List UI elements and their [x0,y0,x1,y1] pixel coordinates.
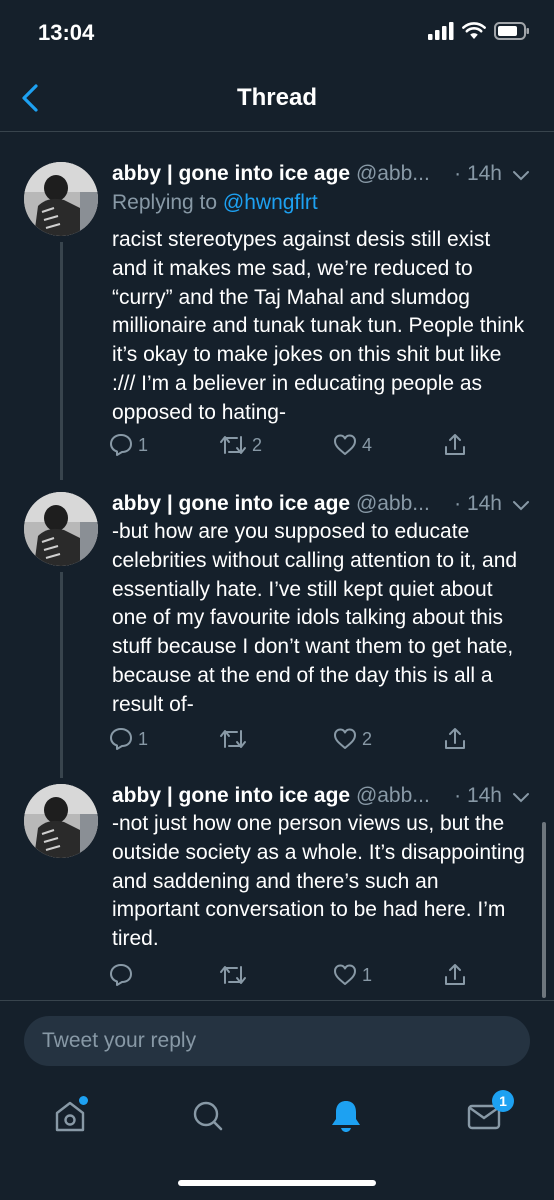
chevron-down-icon[interactable] [510,164,532,186]
retweet-button[interactable]: 2 [218,432,262,458]
tweet-timestamp: · 14h [454,784,502,807]
share-icon [445,434,465,455]
reply-icon [110,964,132,986]
bell-icon [332,1101,360,1132]
new-content-dot [79,1096,88,1105]
tweet-text: -not just how one person views us, but t… [112,812,525,951]
share-button[interactable] [442,726,468,752]
like-count: 4 [362,434,373,455]
tweet[interactable]: abby | gone into ice age @abb... · 14h R… [0,162,554,472]
like-count: 2 [362,728,373,749]
reply-icon [110,434,132,456]
tweet[interactable]: abby | gone into ice age @abb... · 14h -… [0,492,554,772]
retweet-icon [220,436,246,454]
share-button[interactable] [442,962,468,988]
tweet-text: racist stereotypes against desis still e… [112,228,525,424]
mention-link[interactable]: @hwngflrt [223,191,318,214]
avatar[interactable] [24,162,98,236]
tab-search[interactable] [188,1096,228,1136]
avatar-photo [24,784,98,858]
tweet-header: abby | gone into ice age @abb... · 14h [112,162,532,190]
tab-messages[interactable]: 1 [464,1090,514,1136]
retweet-count: 2 [252,434,263,455]
avatar[interactable] [24,492,98,566]
retweet-icon [220,730,246,748]
share-button[interactable] [442,432,468,458]
status-bar: 13:04 [0,0,554,64]
reply-button[interactable]: 1 [108,726,148,752]
heart-icon [334,728,356,749]
tweet-timestamp: · 14h [454,492,502,515]
home-indicator [178,1180,376,1186]
like-button[interactable]: 4 [332,432,372,458]
reply-count: 1 [138,434,149,455]
reply-count: 1 [138,728,149,749]
reply-icon [110,728,132,750]
status-icons [428,22,530,40]
user-handle[interactable]: @abb... [356,784,430,807]
replying-to-line: Replying to @hwngflrt [112,191,318,215]
navigation-bar: Thread [0,64,554,132]
avatar-photo [24,492,98,566]
battery-icon [494,22,529,40]
tweet-header: abby | gone into ice age @abb... · 14h [112,784,532,812]
replying-to-label: Replying to [112,191,223,214]
share-icon [445,728,465,749]
reply-button[interactable]: 1 [108,432,148,458]
tweet-actions: 1 2 4 [108,432,478,462]
page-title: Thread [236,84,317,111]
display-name[interactable]: abby | gone into ice age [112,162,350,185]
chevron-down-icon[interactable] [510,494,532,516]
retweet-button[interactable] [218,962,252,988]
heart-icon [334,434,356,455]
user-handle[interactable]: @abb... [356,492,430,515]
share-icon [445,964,465,985]
avatar[interactable] [24,784,98,858]
chevron-down-icon[interactable] [510,786,532,808]
reply-input[interactable]: Tweet your reply [24,1016,530,1066]
tab-home[interactable] [50,1096,90,1136]
tweet[interactable]: abby | gone into ice age @abb... · 14h -… [0,784,554,994]
status-time: 13:04 [38,20,95,45]
like-button[interactable]: 1 [332,962,372,988]
tweet-text: -but how are you supposed to educate cel… [112,520,518,716]
tweet-actions: 1 2 [108,726,478,756]
reply-button[interactable] [108,962,138,988]
retweet-button[interactable] [218,726,252,752]
tab-notifications[interactable] [326,1096,366,1136]
heart-icon [334,964,356,985]
cellular-signal-icon [428,22,454,40]
like-count: 1 [362,964,373,985]
retweet-icon [220,966,246,984]
user-handle[interactable]: @abb... [356,162,430,185]
avatar-photo [24,162,98,236]
display-name[interactable]: abby | gone into ice age [112,784,350,807]
wifi-icon [462,22,486,39]
tweet-timestamp: · 14h [454,162,502,185]
search-icon [193,1101,223,1131]
scrollbar[interactable] [542,822,546,998]
notification-badge: 1 [492,1090,514,1112]
tweet-actions: 1 [108,962,478,992]
like-button[interactable]: 2 [332,726,372,752]
reply-composer: Tweet your reply [0,1000,554,1082]
tweet-header: abby | gone into ice age @abb... · 14h [112,492,532,520]
display-name[interactable]: abby | gone into ice age [112,492,350,515]
